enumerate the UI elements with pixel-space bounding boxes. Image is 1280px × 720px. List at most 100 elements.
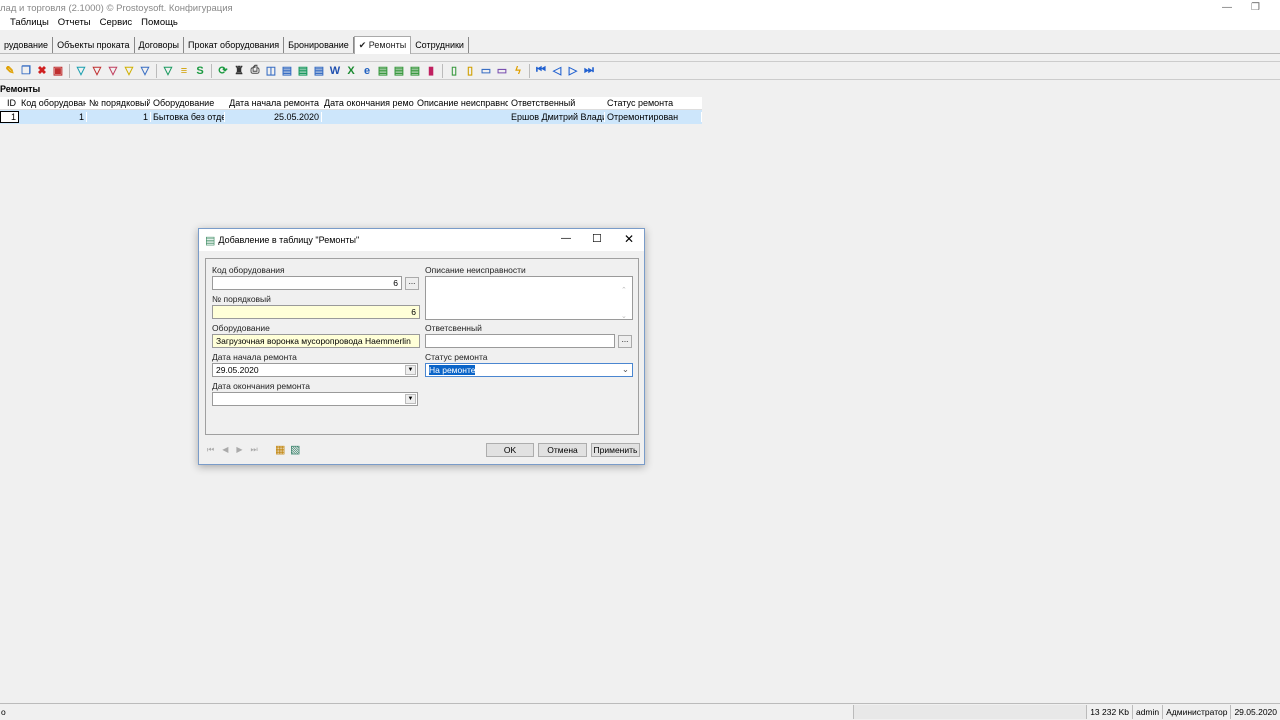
- start-date-label: Дата начала ремонта: [212, 352, 297, 362]
- next-record-icon[interactable]: ▷: [566, 64, 580, 78]
- tab-booking[interactable]: Бронирование: [284, 36, 354, 53]
- print-icon[interactable]: ⎙: [248, 64, 262, 78]
- column-header[interactable]: Описание неисправности: [415, 98, 509, 108]
- card-icon[interactable]: ▭: [479, 64, 493, 78]
- menu-service[interactable]: Сервис: [100, 17, 133, 28]
- excel-icon[interactable]: X: [344, 64, 358, 78]
- last-record-icon[interactable]: ⏭: [582, 64, 596, 78]
- menu-tables[interactable]: Таблицы: [10, 17, 49, 28]
- code-input[interactable]: 6: [212, 276, 402, 290]
- tab-equipment-rental[interactable]: Прокат оборудования: [184, 36, 285, 53]
- edit-icon[interactable]: ✎: [3, 64, 17, 78]
- first-record-icon[interactable]: ⏮: [207, 445, 214, 455]
- tab-equipment[interactable]: рудование: [0, 36, 54, 53]
- filter-remove-icon[interactable]: ▽: [90, 64, 104, 78]
- code-label: Код оборудования: [212, 265, 285, 275]
- tab-repairs[interactable]: ✔ Ремонты: [353, 35, 412, 54]
- sql-icon[interactable]: S: [193, 64, 207, 78]
- doc-new-icon[interactable]: ▯: [447, 64, 461, 78]
- toolbar-separator: [211, 63, 212, 78]
- filter-icon[interactable]: ▽: [74, 64, 88, 78]
- export-icon[interactable]: ▤: [280, 64, 294, 78]
- chevron-down-icon[interactable]: ⌄: [622, 364, 629, 375]
- cell-start-date[interactable]: 25.05.2020: [225, 112, 322, 122]
- preview-icon[interactable]: ◫: [264, 64, 278, 78]
- dialog-titlebar: ▤ Добавление в таблицу "Ремонты" — ☐ ✕: [199, 229, 644, 251]
- prev-record-icon[interactable]: ◀: [222, 445, 228, 455]
- html-icon[interactable]: e: [360, 64, 374, 78]
- start-date-value: 29.05.2020: [216, 365, 259, 375]
- cell-code[interactable]: 1: [19, 112, 87, 122]
- minimize-button[interactable]: —: [561, 233, 571, 244]
- cell-responsible[interactable]: Ершов Дмитрий Владимир: [509, 112, 605, 122]
- export3-icon[interactable]: ▤: [312, 64, 326, 78]
- calendar-icon[interactable]: ▦: [275, 443, 285, 456]
- export2-icon[interactable]: ▤: [296, 64, 310, 78]
- dbf-icon[interactable]: ▤: [392, 64, 406, 78]
- group-icon[interactable]: ≡: [177, 64, 191, 78]
- filter-edit-icon[interactable]: ▽: [138, 64, 152, 78]
- cell-status[interactable]: Отремонтирован: [605, 112, 702, 122]
- code-lookup-button[interactable]: ...: [405, 277, 419, 290]
- filter-yellow-icon[interactable]: ▽: [122, 64, 136, 78]
- chart-icon[interactable]: ▮: [424, 64, 438, 78]
- data-grid: ID Код оборудования № порядковый Оборудо…: [0, 97, 702, 124]
- prev-record-icon[interactable]: ◁: [550, 64, 564, 78]
- refresh-icon[interactable]: ⟳: [216, 64, 230, 78]
- tab-rental-objects[interactable]: Объекты проката: [53, 36, 135, 53]
- column-header[interactable]: № порядковый: [87, 98, 151, 108]
- cell-seq[interactable]: 1: [87, 112, 151, 122]
- maximize-button[interactable]: ☐: [592, 232, 602, 245]
- end-date-picker[interactable]: ▼: [212, 392, 418, 406]
- first-record-icon[interactable]: ⏮: [534, 64, 548, 78]
- cancel-button[interactable]: Отмена: [538, 443, 587, 457]
- column-header[interactable]: Код оборудования: [19, 98, 87, 108]
- column-header[interactable]: Ответственный: [509, 98, 605, 108]
- last-record-icon[interactable]: ⏭: [251, 445, 258, 455]
- minimize-button[interactable]: —: [1222, 2, 1232, 13]
- cell-id[interactable]: 1: [0, 111, 19, 123]
- lightning-icon[interactable]: ϟ: [511, 64, 525, 78]
- dropdown-arrow-icon[interactable]: ▼: [405, 394, 416, 404]
- restore-button[interactable]: ❐: [1251, 2, 1260, 13]
- column-header[interactable]: Дата начала ремонта: [225, 98, 322, 108]
- cell-equipment[interactable]: Бытовка без отделк: [151, 112, 225, 122]
- column-header[interactable]: Дата окончания ремонта: [322, 98, 415, 108]
- doc-edit-icon[interactable]: ▯: [463, 64, 477, 78]
- column-header[interactable]: Статус ремонта: [605, 98, 702, 108]
- table-row[interactable]: 1 1 1 Бытовка без отделк 25.05.2020 Ершо…: [0, 110, 702, 124]
- toolbar-separator: [529, 63, 530, 78]
- tab-contracts[interactable]: Договоры: [135, 36, 184, 53]
- start-date-picker[interactable]: 29.05.2020 ▼: [212, 363, 418, 377]
- find-icon[interactable]: ♜: [232, 64, 246, 78]
- dropdown-arrow-icon[interactable]: ▼: [405, 365, 416, 375]
- menu-reports[interactable]: Отчеты: [58, 17, 91, 28]
- apply-button[interactable]: Применить: [591, 443, 640, 457]
- description-textarea[interactable]: [425, 276, 633, 320]
- card2-icon[interactable]: ▭: [495, 64, 509, 78]
- tab-employees[interactable]: Сотрудники: [411, 36, 469, 53]
- responsible-input[interactable]: [425, 334, 615, 348]
- delete-all-icon[interactable]: ▣: [51, 64, 65, 78]
- menu-help[interactable]: Помощь: [141, 17, 178, 28]
- xml-icon[interactable]: ▤: [376, 64, 390, 78]
- seq-input[interactable]: 6: [212, 305, 420, 319]
- column-header[interactable]: Оборудование: [151, 98, 225, 108]
- image-icon[interactable]: ▧: [290, 443, 300, 456]
- status-select[interactable]: На ремонте ⌄: [425, 363, 633, 377]
- filter-apply-icon[interactable]: ▽: [161, 64, 175, 78]
- copy-icon[interactable]: ❐: [19, 64, 33, 78]
- close-button[interactable]: ✕: [624, 232, 634, 246]
- csv-icon[interactable]: ▤: [408, 64, 422, 78]
- next-record-icon[interactable]: ▶: [236, 445, 242, 455]
- responsible-lookup-button[interactable]: ...: [618, 335, 632, 348]
- filter-clear-icon[interactable]: ▽: [106, 64, 120, 78]
- ok-button[interactable]: OK: [486, 443, 534, 457]
- equipment-input[interactable]: Загрузочная воронка мусоропровода Haemme…: [212, 334, 420, 348]
- menu-bar: Таблицы Отчеты Сервис Помощь: [0, 15, 1280, 30]
- delete-icon[interactable]: ✖: [35, 64, 49, 78]
- status-text: о: [1, 707, 6, 717]
- column-header[interactable]: ID: [0, 98, 19, 108]
- word-icon[interactable]: W: [328, 64, 342, 78]
- scrollbar[interactable]: ⌃ ⌄: [621, 278, 627, 330]
